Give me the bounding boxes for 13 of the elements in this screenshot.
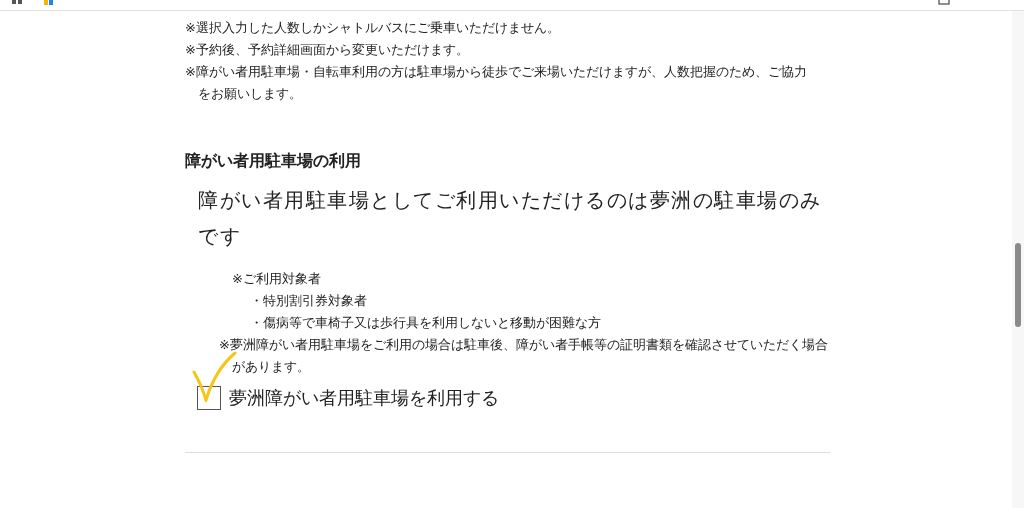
notice-text: ※夢洲障がい者用駐車場をご利用の場合は駐車後、障がい者手帳等の証明書類を確認させていただく場合があります。 <box>219 336 829 376</box>
section-heading: 障がい者用駐車場の利用 <box>185 151 362 172</box>
note-text: ※障がい者用駐車場・自転車利用の方は駐車場から徒歩でご来場いただけますが、人数把握のため、ご協力をお願いします。 <box>185 63 808 103</box>
eligibility-item: ・特別割引券対象者 <box>249 292 368 310</box>
note-text: ※選択入力した人数しかシャトルバスにご乗車いただけません。 <box>185 19 561 37</box>
lead-text: 障がい者用駐車場としてご利用いただけるのは夢洲の駐車場のみです <box>198 187 823 250</box>
eligibility-item: ・傷病等で車椅子又は歩行具を利用しないと移動が困難な方 <box>249 314 602 332</box>
eligibility-title: ※ご利用対象者 <box>232 270 322 288</box>
apps-grid-icon[interactable] <box>12 0 22 5</box>
checkbox-label[interactable]: 夢洲障がい者用駐車場を利用する <box>229 386 499 410</box>
folder-icon[interactable] <box>938 0 950 5</box>
note-text: ※予約後、予約詳細画面から変更いただけます。 <box>185 41 470 59</box>
tile-logo-icon[interactable] <box>44 0 54 5</box>
